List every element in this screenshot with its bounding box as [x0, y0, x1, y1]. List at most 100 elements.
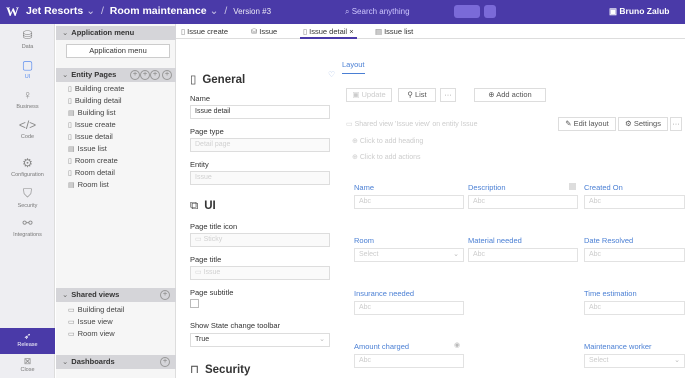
- close-button[interactable]: ⊠ Close: [0, 356, 55, 373]
- tab-issue-list[interactable]: ▤ Issue list: [372, 24, 416, 39]
- search-icon: ⌕: [345, 7, 352, 16]
- chevron-down-icon[interactable]: ⌄: [86, 5, 95, 17]
- created-on-input[interactable]: Abc: [584, 195, 685, 209]
- amount-charged-input[interactable]: Abc: [354, 354, 464, 368]
- list-item[interactable]: ▯ Building create: [68, 83, 124, 95]
- chevron-down-icon: ⌄: [674, 357, 680, 364]
- show-state-select[interactable]: True ⌄: [190, 333, 330, 347]
- tab-issue-create[interactable]: ▯ Issue create: [178, 24, 231, 39]
- list-item[interactable]: ▭ Room view: [68, 328, 124, 340]
- app-logo[interactable]: W: [6, 4, 19, 20]
- entity-pages-header[interactable]: ⌄ Entity Pages + + + +: [56, 68, 176, 82]
- list-item[interactable]: ▯ Issue create: [68, 119, 124, 131]
- material-needed-input[interactable]: Abc: [468, 248, 578, 262]
- add-icon: ⊕: [352, 138, 360, 145]
- search-input[interactable]: ⌕ Search anything: [345, 4, 435, 19]
- breadcrumb: Jet Resorts ⌄ / Room maintenance ⌄ / Versi…: [26, 5, 272, 17]
- insurance-needed-input[interactable]: Abc: [354, 301, 464, 315]
- page-type-field: Detail page: [190, 138, 330, 152]
- field-label: Date Resolved: [584, 236, 634, 245]
- add-icon[interactable]: +: [140, 70, 150, 80]
- list-page-icon: ▤: [68, 146, 75, 153]
- list-item[interactable]: ▯ Issue detail: [68, 131, 124, 143]
- release-button[interactable]: ➶ Release: [0, 328, 55, 354]
- time-estimation-input[interactable]: Abc: [584, 301, 685, 315]
- chevron-down-icon: ⌄: [319, 336, 325, 343]
- page-title-icon-label: Page title icon: [190, 222, 238, 231]
- page-icon: ▯: [68, 86, 72, 93]
- page-subtitle-checkbox[interactable]: [190, 299, 199, 308]
- rail-item-security[interactable]: ⛉ Security: [0, 186, 55, 209]
- page-icon: ▯: [68, 170, 72, 177]
- user-icon: ▣: [609, 6, 620, 16]
- add-icon[interactable]: +: [160, 357, 170, 367]
- dashboards-header[interactable]: ⌄ Dashboards +: [56, 355, 176, 369]
- list-item[interactable]: ▯ Room create: [68, 155, 124, 167]
- add-actions-placeholder[interactable]: ⊕ Click to add actions: [352, 153, 421, 161]
- close-panel-icon: ⊠: [23, 356, 32, 366]
- eye-icon[interactable]: ◉: [454, 341, 460, 349]
- add-action-button[interactable]: ⊕ Add action: [474, 88, 546, 102]
- field-label: Time estimation: [584, 289, 637, 298]
- breadcrumb-version[interactable]: Version #3: [233, 7, 271, 16]
- list-item[interactable]: ▤ Issue list: [68, 143, 124, 155]
- user-menu[interactable]: ▣ Bruno Zalub: [609, 6, 669, 17]
- view-icon: ▭: [346, 121, 355, 128]
- settings-more-button[interactable]: ···: [670, 117, 682, 131]
- settings-button[interactable]: ⚙ Settings: [618, 117, 668, 131]
- tab-issue[interactable]: ⛁ Issue: [248, 24, 280, 39]
- edit-layout-button[interactable]: ✎ Edit layout: [558, 117, 616, 131]
- list-button[interactable]: ⚲ List: [398, 88, 436, 102]
- application-menu-button[interactable]: Application menu: [66, 44, 170, 58]
- application-menu-header[interactable]: ⌄ Application menu: [56, 26, 176, 40]
- breadcrumb-app[interactable]: Room maintenance: [110, 5, 207, 17]
- field-label: Material needed: [468, 236, 522, 245]
- rail-item-data[interactable]: ⛁ Data: [0, 28, 55, 50]
- database-icon: ⛁: [251, 27, 258, 36]
- page-title-field[interactable]: ▭ Issue: [190, 266, 330, 280]
- list-item[interactable]: ▤ Building list: [68, 107, 124, 119]
- page-title-icon-field[interactable]: ▭ Sticky: [190, 233, 330, 247]
- maintenance-worker-select[interactable]: Select ⌄: [584, 354, 685, 368]
- more-button[interactable]: ···: [440, 88, 456, 102]
- tab-layout[interactable]: Layout: [342, 60, 365, 74]
- list-item[interactable]: ▭ Building detail: [68, 304, 124, 316]
- chevron-down-icon[interactable]: ⌄: [210, 5, 219, 17]
- add-icon[interactable]: +: [160, 290, 170, 300]
- name-field[interactable]: Issue detail: [190, 105, 330, 119]
- chevron-down-icon: ⌄: [62, 28, 69, 37]
- list-item[interactable]: ▯ Room detail: [68, 167, 124, 179]
- help-icon[interactable]: ♡: [328, 70, 335, 79]
- add-icon[interactable]: +: [162, 70, 172, 80]
- rail-item-code[interactable]: </> Code: [0, 118, 55, 140]
- description-input[interactable]: Abc: [468, 195, 578, 209]
- breadcrumb-project[interactable]: Jet Resorts: [26, 5, 83, 17]
- add-icon[interactable]: +: [150, 70, 160, 80]
- close-icon[interactable]: ×: [349, 27, 353, 36]
- rail-item-ui[interactable]: ▢ UI: [0, 58, 55, 80]
- update-button[interactable]: ▣ Update: [346, 88, 392, 102]
- properties-form: ▯ General ♡ Name Issue detail Page type D…: [182, 40, 342, 378]
- database-icon: ⛁: [22, 28, 33, 42]
- list-item[interactable]: ▤ Room list: [68, 179, 124, 191]
- shared-views-header[interactable]: ⌄ Shared views +: [56, 288, 176, 302]
- link-icon: ⚲: [407, 90, 415, 99]
- rail-item-configuration[interactable]: ⚙ Configuration: [0, 156, 55, 178]
- list-item[interactable]: ▯ Building detail: [68, 95, 124, 107]
- room-select[interactable]: Select ⌄: [354, 248, 464, 262]
- rail-item-integrations[interactable]: ⚯ Integrations: [0, 216, 55, 238]
- rail-item-business[interactable]: ♀ Business: [0, 88, 55, 110]
- add-heading-placeholder[interactable]: ⊕ Click to add heading: [352, 137, 423, 145]
- edit-icon: ✎: [565, 119, 574, 128]
- add-icon[interactable]: +: [130, 70, 140, 80]
- name-input[interactable]: Abc: [354, 195, 464, 209]
- page-icon: ▯: [68, 134, 72, 141]
- date-resolved-input[interactable]: Abc: [584, 248, 685, 262]
- list-item[interactable]: ▭ Issue view: [68, 316, 124, 328]
- tab-issue-detail[interactable]: ▯ Issue detail ×: [300, 24, 357, 39]
- layout-pane: Layout ▣ Update ⚲ List ··· ⊕ Add action …: [342, 40, 685, 378]
- list-page-icon: ▤: [375, 27, 383, 36]
- chevron-down-icon: ⌄: [62, 357, 69, 366]
- field-label: Maintenance worker: [584, 342, 652, 351]
- list-page-icon: ▤: [68, 110, 75, 117]
